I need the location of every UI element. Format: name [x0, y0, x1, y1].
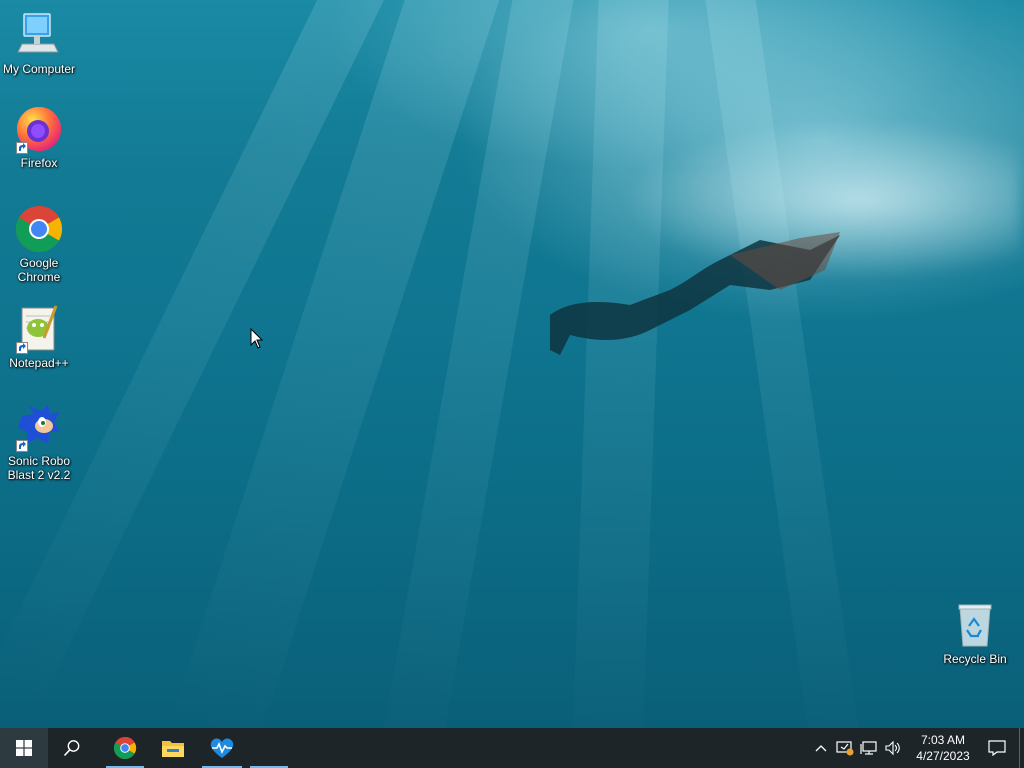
shortcut-arrow-icon [16, 342, 28, 354]
taskbar-app-chrome[interactable] [102, 728, 148, 768]
taskbar-clock[interactable]: 7:03 AM 4/27/2023 [911, 732, 975, 764]
clock-date: 4/27/2023 [916, 749, 970, 763]
taskbar-app-file-explorer[interactable] [148, 728, 198, 768]
desktop-icon-firefox[interactable]: Firefox [1, 104, 77, 170]
mouse-cursor-icon [250, 328, 264, 349]
security-warning-icon [836, 741, 854, 756]
chrome-icon [113, 736, 137, 760]
tray-volume-icon[interactable] [881, 728, 905, 768]
desktop-icon-sonic-robo-blast[interactable]: Sonic Robo Blast 2 v2.2 [1, 402, 77, 482]
folder-icon [162, 741, 184, 757]
taskbar-app-window[interactable] [246, 728, 292, 768]
tray-network-icon[interactable] [857, 728, 881, 768]
shortcut-arrow-icon [16, 142, 28, 154]
search-icon [63, 740, 80, 757]
system-tray: 7:03 AM 4/27/2023 [809, 728, 1024, 768]
swimmer-silhouette [550, 232, 840, 355]
show-hidden-icons-button[interactable] [809, 728, 833, 768]
notification-icon [988, 740, 1006, 756]
desktop-icon-label: Recycle Bin [943, 652, 1007, 666]
action-center-button[interactable] [975, 728, 1019, 768]
volume-icon [885, 740, 900, 756]
clock-time: 7:03 AM [920, 733, 966, 747]
desktop-icon-notepadpp[interactable]: Notepad++ [1, 304, 77, 370]
desktop-icon-label: Notepad++ [9, 356, 69, 370]
chevron-up-icon [815, 745, 827, 752]
desktop-icon-label: Firefox [20, 156, 58, 170]
computer-icon [17, 13, 59, 53]
desktop-icon-label: Sonic Robo Blast 2 v2.2 [7, 454, 71, 482]
desktop-icon-label: Google Chrome [17, 256, 61, 284]
tray-security-icon[interactable] [833, 728, 857, 768]
start-button[interactable] [0, 728, 48, 768]
taskbar-app-activity-monitor[interactable] [198, 728, 246, 768]
desktop-icon-label: My Computer [2, 62, 76, 76]
taskbar: 7:03 AM 4/27/2023 [0, 728, 1024, 768]
desktop-icon-google-chrome[interactable]: Google Chrome [1, 204, 77, 284]
show-desktop-button[interactable] [1019, 728, 1024, 768]
windows-logo-icon [16, 740, 32, 756]
desktop-wallpaper [0, 0, 1024, 728]
recycle-bin-icon [958, 604, 992, 647]
search-button[interactable] [48, 728, 96, 768]
desktop-icon-my-computer[interactable]: My Computer [1, 10, 77, 76]
network-icon [860, 741, 877, 755]
desktop-icon-recycle-bin[interactable]: Recycle Bin [937, 600, 1013, 666]
shortcut-arrow-icon [16, 440, 28, 452]
chrome-icon [15, 205, 63, 253]
heartbeat-icon [210, 738, 234, 758]
